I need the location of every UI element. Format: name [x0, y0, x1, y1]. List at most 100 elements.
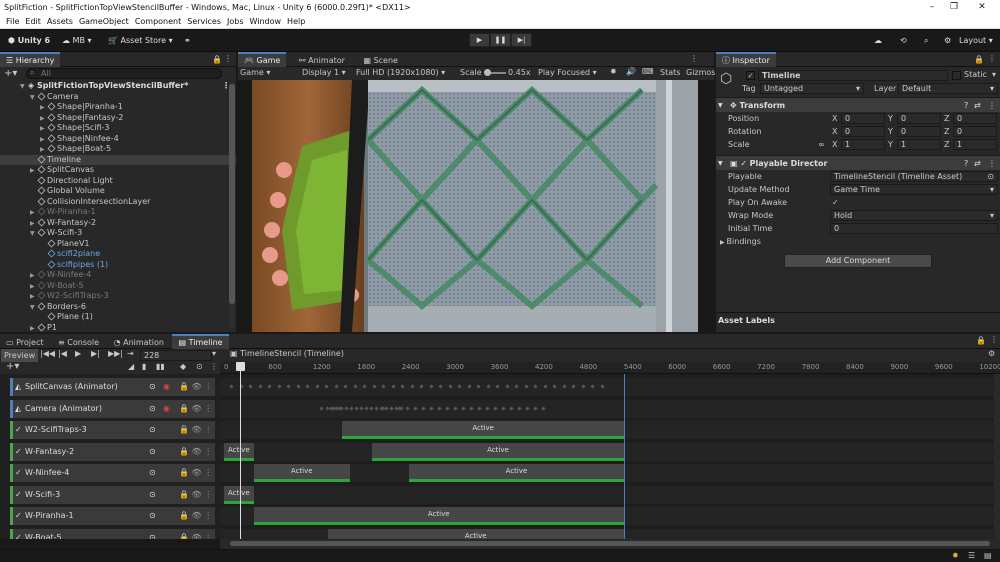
track-header[interactable]: ✓ W2-ScifiTraps-3 ⊙ 🔒 👁 ⋮ — [10, 421, 215, 439]
add-component-button[interactable]: Add Component — [784, 254, 932, 268]
hierarchy-item[interactable]: ▶ W-Piranha-1 — [0, 207, 236, 218]
unity-button[interactable]: ⬢ Unity 6 — [4, 33, 54, 48]
track-controls-icon[interactable]: 🔒 👁 ⋮ — [179, 400, 212, 418]
play-on-awake-checkbox[interactable]: ✓ — [832, 196, 839, 209]
layout-dropdown[interactable]: Layout ▾ — [955, 33, 997, 48]
keyframe-marker[interactable] — [325, 405, 330, 411]
services-cloud-icon[interactable]: ☁ — [870, 33, 886, 48]
hierarchy-item[interactable]: ▶ Shape|Scifi-3 — [0, 123, 236, 134]
director-field-value[interactable]: Game Time ▾ — [830, 184, 998, 195]
director-preset-icon[interactable]: ⇄ — [974, 156, 981, 171]
asset-store-button[interactable]: 🛒 Asset Store ▾ — [104, 33, 177, 48]
keyframe-marker[interactable] — [571, 384, 576, 389]
track-controls-icon[interactable]: 🔒 👁 ⋮ — [179, 507, 212, 525]
hierarchy-item[interactable]: ▶ W2-ScifiTraps-3 — [0, 291, 236, 302]
lighting-bake-icon[interactable]: ✹ — [952, 551, 959, 560]
settings-gear-icon[interactable]: ⚙ — [940, 33, 955, 48]
playable-director-header[interactable]: ▼ ▣ ✓ Playable Director ? ⇄ ⋮ — [716, 155, 1000, 170]
transform-scale-z-field[interactable]: 1 — [953, 139, 997, 150]
tag-dropdown[interactable]: Untagged ▾ — [760, 83, 864, 94]
director-menu-icon[interactable]: ⋮ — [988, 156, 996, 171]
keyframe-marker[interactable] — [400, 384, 405, 389]
menu-item-services[interactable]: Services — [187, 17, 221, 26]
object-picker-icon[interactable]: ⊙ — [149, 464, 156, 482]
track-header[interactable]: ✓ W-Scifi-3 ⊙ 🔒 👁 ⋮ — [10, 485, 215, 504]
track-lane[interactable]: Active — [220, 421, 994, 439]
keyframe-marker[interactable] — [514, 384, 519, 389]
record-icon[interactable]: ◉ — [163, 378, 170, 396]
hierarchy-item[interactable]: ▼ W-Scifi-3 — [0, 228, 236, 239]
inspector-lock-icon[interactable]: 🔒 — [974, 55, 984, 64]
keyframe-marker[interactable] — [580, 384, 586, 389]
game-kebab-icon[interactable]: ⋮ — [690, 54, 698, 63]
hierarchy-item[interactable]: ▶ P1 — [0, 323, 236, 334]
object-picker-icon[interactable]: ⊙ — [149, 443, 156, 461]
menu-item-assets[interactable]: Assets — [47, 17, 73, 26]
transform-position-y-field[interactable]: 0 — [897, 113, 941, 124]
keyframe-marker[interactable] — [343, 384, 348, 389]
kebab-menu-icon[interactable]: ⋮ — [224, 54, 232, 63]
keyframe-marker[interactable] — [466, 384, 472, 389]
transform-preset-icon[interactable]: ⇄ — [974, 98, 981, 113]
pause-button[interactable]: ❚❚ — [490, 33, 511, 47]
constrain-proportions-icon[interactable]: ∞ — [818, 138, 825, 151]
layer-dropdown[interactable]: Default ▾ — [898, 83, 998, 94]
display-dropdown[interactable]: Display 1 ▾ — [302, 68, 346, 77]
hierarchy-item[interactable]: PlaneV1 — [0, 239, 236, 250]
keyframe-marker[interactable] — [485, 384, 491, 389]
keyframe-marker[interactable] — [305, 384, 310, 389]
menu-item-component[interactable]: Component — [135, 17, 181, 26]
keyframe-marker[interactable] — [333, 384, 339, 389]
menu-item-window[interactable]: Window — [250, 17, 282, 26]
tab-game[interactable]: 🎮 Game — [238, 52, 287, 67]
keyframe-marker[interactable] — [509, 405, 514, 411]
hierarchy-item[interactable]: Global Volume — [0, 186, 236, 197]
keyboard-icon[interactable]: ⌨ — [642, 67, 654, 76]
keyframe-marker[interactable] — [504, 384, 510, 389]
bindings-foldout[interactable]: ▶ Bindings — [716, 235, 1000, 248]
track-filter-icon[interactable]: ⊙ — [196, 362, 203, 371]
tab-timeline[interactable]: ▤ Timeline — [172, 334, 229, 349]
frame-field[interactable]: 228 — [140, 350, 212, 361]
keyframe-marker[interactable] — [495, 384, 500, 389]
activation-clip[interactable]: Active — [224, 442, 254, 461]
add-object-button[interactable]: +▾ — [4, 68, 17, 79]
track-header[interactable]: ◭ Camera (Animator) ⊙ ◉ 🔒 👁 ⋮ — [10, 399, 215, 418]
hierarchy-item[interactable]: ▶ W-Ninfee-4 — [0, 270, 236, 281]
keyframe-marker[interactable] — [501, 405, 506, 411]
play-button[interactable]: ▶ — [469, 33, 490, 47]
add-track-button[interactable]: +▾ — [6, 361, 19, 372]
keyframe-marker[interactable] — [429, 405, 434, 411]
menu-item-gameobject[interactable]: GameObject — [79, 17, 129, 26]
transform-help-icon[interactable]: ? — [964, 98, 968, 113]
object-picker-icon[interactable]: ⊙ — [987, 172, 994, 181]
track-controls-icon[interactable]: 🔒 👁 ⋮ — [179, 464, 212, 482]
keyframe-marker[interactable] — [324, 384, 329, 389]
prev-frame-icon[interactable]: |◀ — [58, 349, 67, 358]
track-controls-icon[interactable]: 🔒 👁 ⋮ — [179, 421, 212, 439]
director-field-value[interactable]: Hold ▾ — [830, 210, 998, 221]
keyframe-marker[interactable] — [390, 384, 396, 389]
track-lane[interactable] — [220, 378, 994, 396]
tab-console[interactable]: ≡ Console — [52, 335, 105, 350]
track-controls-icon[interactable]: 🔒 👁 ⋮ — [179, 529, 212, 540]
keyframe-marker[interactable] — [477, 405, 482, 411]
keyframe-marker[interactable] — [542, 384, 548, 389]
keyframe-marker[interactable] — [469, 405, 474, 411]
hierarchy-item[interactable]: ▼ Borders-6 — [0, 302, 236, 313]
object-picker-icon[interactable]: ⊙ — [149, 486, 156, 504]
activation-clip[interactable]: Active — [342, 421, 624, 439]
keyframe-marker[interactable] — [533, 405, 538, 411]
timeline-asset-dropdown-icon[interactable]: ▾ — [212, 349, 216, 358]
activation-clip[interactable]: Active — [253, 464, 350, 482]
track-header[interactable]: ◭ SplitCanvas (Animator) ⊙ ◉ 🔒 👁 ⋮ — [10, 378, 215, 396]
record-icon[interactable]: ◉ — [163, 400, 170, 418]
game-view[interactable] — [252, 80, 698, 332]
keyframe-marker[interactable] — [314, 384, 320, 389]
goto-start-icon[interactable]: |◀◀ — [40, 349, 55, 358]
version-control-icon[interactable]: ⚭ — [180, 33, 195, 48]
keyframe-marker[interactable] — [541, 405, 546, 411]
keyframe-marker[interactable] — [319, 405, 324, 411]
keyframe-marker[interactable] — [517, 405, 522, 411]
account-button[interactable]: ☁ MB ▾ — [58, 33, 96, 48]
